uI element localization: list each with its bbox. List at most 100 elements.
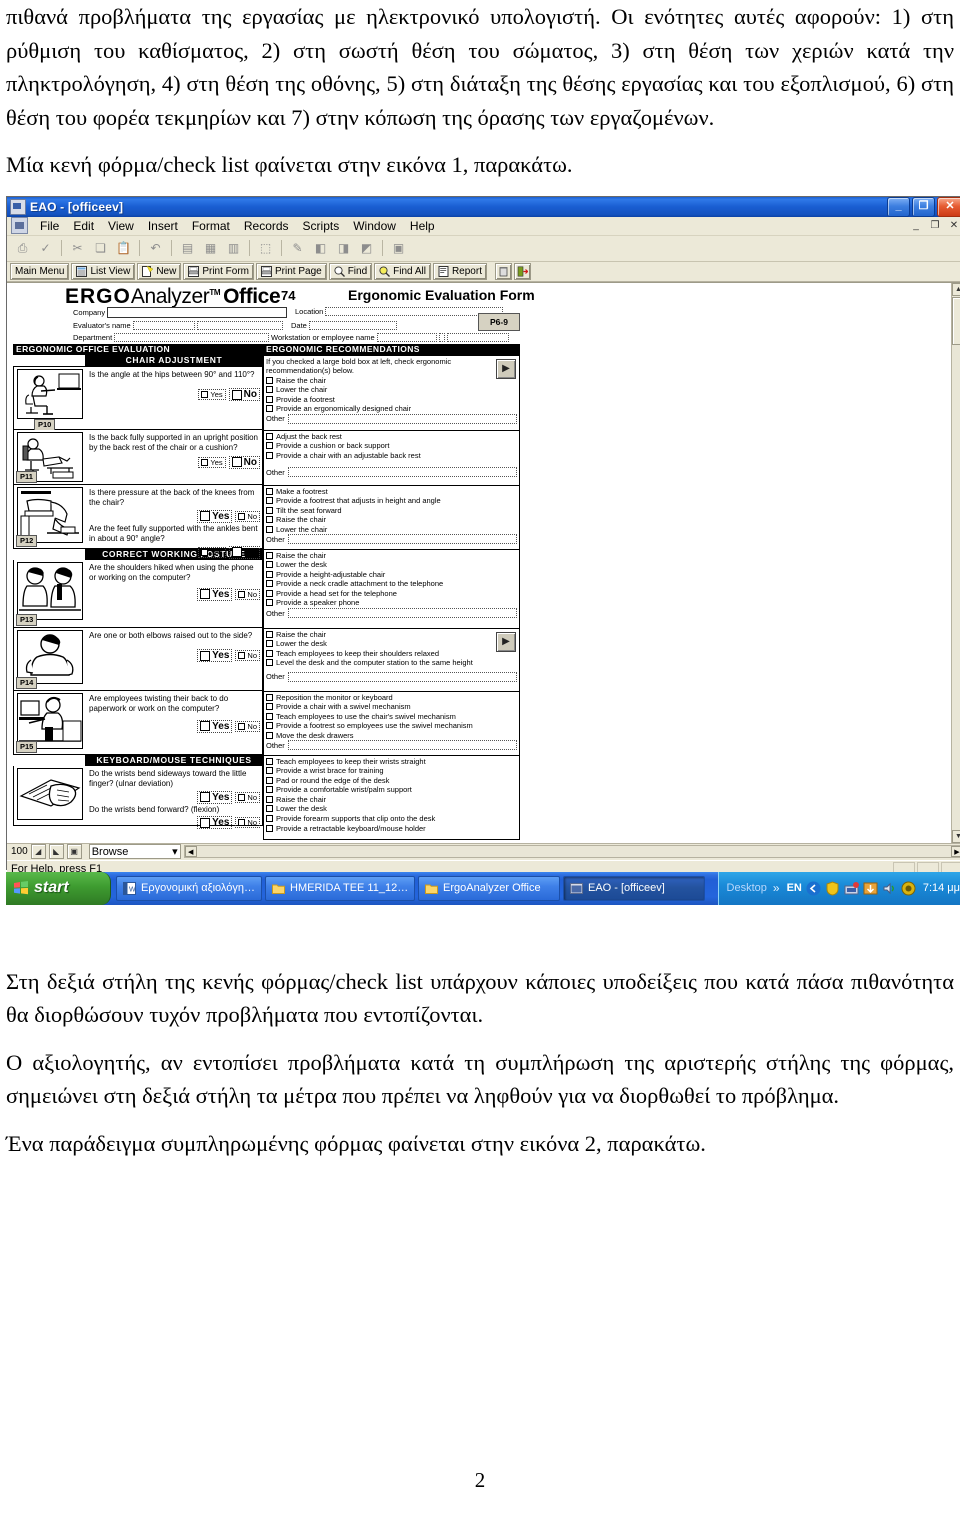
- recommendation-item[interactable]: Raise the chair: [266, 795, 517, 805]
- recommendation-item[interactable]: Reposition the monitor or keyboard: [266, 693, 517, 703]
- next-page-button[interactable]: ▶: [496, 631, 516, 652]
- scroll-up-arrow[interactable]: ▲: [952, 282, 960, 296]
- mdi-minimize-button[interactable]: _: [908, 218, 924, 233]
- recommendation-item[interactable]: Adjust the back rest: [266, 432, 517, 442]
- back-arrow-icon[interactable]: [806, 881, 821, 896]
- recommendation-checkbox-icon[interactable]: [266, 551, 273, 559]
- yes-option-p13-1[interactable]: Yes: [197, 587, 233, 601]
- recommendation-item[interactable]: Lower the chair: [266, 385, 517, 395]
- fill-color-icon[interactable]: ◧: [310, 238, 331, 259]
- yes-option-kb-2[interactable]: Yes: [197, 816, 233, 829]
- yes-checkbox-icon[interactable]: [200, 650, 211, 661]
- recommendation-item[interactable]: Lower the chair: [266, 525, 517, 535]
- date-input[interactable]: [308, 320, 397, 330]
- recommendation-checkbox-icon[interactable]: [266, 395, 273, 403]
- effects-icon[interactable]: ◩: [356, 238, 377, 259]
- yes-checkbox-icon[interactable]: [200, 817, 211, 828]
- recommendation-item[interactable]: Provide a chair with a swivel mechanism: [266, 702, 517, 712]
- pen-color-icon[interactable]: ◨: [333, 238, 354, 259]
- taskbar-item-word-doc[interactable]: W Εργονομική αξιολόγη…: [116, 875, 262, 901]
- recommendation-checkbox-icon[interactable]: [266, 659, 273, 667]
- paste-icon[interactable]: 📋: [113, 238, 134, 259]
- yes-option-p11-1[interactable]: Yes: [198, 456, 226, 468]
- object-icon[interactable]: ⬚: [255, 238, 276, 259]
- recommendation-checkbox-icon[interactable]: [266, 757, 273, 765]
- recommendation-item[interactable]: Provide a comfortable wrist/palm support: [266, 785, 517, 795]
- other-input[interactable]: [287, 534, 517, 545]
- recommendation-item[interactable]: Provide a footrest so employees use the …: [266, 721, 517, 731]
- no-option-p10-1[interactable]: No: [228, 388, 260, 401]
- other-input[interactable]: [287, 608, 517, 619]
- undo-icon[interactable]: ↶: [145, 238, 166, 259]
- recommendation-item[interactable]: Raise the chair: [266, 630, 517, 640]
- page-tab[interactable]: P6-9: [478, 312, 520, 331]
- recommendation-checkbox-icon[interactable]: [266, 497, 273, 505]
- recommendation-item[interactable]: Raise the chair: [266, 376, 517, 386]
- recommendation-item[interactable]: Provide a retractable keyboard/mouse hol…: [266, 824, 517, 834]
- recommendation-checkbox-icon[interactable]: [266, 722, 273, 730]
- workstation-input-b[interactable]: [438, 332, 445, 342]
- exit-button[interactable]: [513, 262, 531, 280]
- taskbar-item-ergoanalyzer-folder[interactable]: ErgoAnalyzer Office: [418, 875, 560, 901]
- copy-icon[interactable]: ❏: [90, 238, 111, 259]
- chevron-down-icon[interactable]: ▾: [172, 845, 178, 858]
- mdi-restore-button[interactable]: ❐: [927, 218, 943, 233]
- yes-checkbox-icon[interactable]: [200, 511, 211, 521]
- recommendation-checkbox-icon[interactable]: [266, 432, 273, 440]
- department-input[interactable]: [114, 332, 270, 342]
- volume-icon[interactable]: [882, 881, 897, 896]
- zoom-in-icon[interactable]: ◣: [48, 844, 64, 859]
- recommendation-checkbox-icon[interactable]: [266, 805, 273, 813]
- taskbar-clock[interactable]: 7:14 μμ: [923, 882, 960, 894]
- menu-view[interactable]: View: [101, 218, 141, 234]
- recommendation-item[interactable]: Tilt the seat forward: [266, 506, 517, 516]
- menu-insert[interactable]: Insert: [141, 218, 185, 234]
- menu-help[interactable]: Help: [403, 218, 442, 234]
- script-icon[interactable]: ▣: [388, 238, 409, 259]
- recommendation-item[interactable]: Lower the desk: [266, 560, 517, 570]
- no-option-p12-2[interactable]: No: [228, 545, 260, 559]
- recommendation-checkbox-icon[interactable]: [266, 640, 273, 648]
- no-checkbox-icon[interactable]: [231, 547, 242, 557]
- new-record-button[interactable]: New: [137, 262, 182, 280]
- vertical-scrollbar[interactable]: ▲ ▼: [951, 282, 960, 843]
- recommendation-item[interactable]: Provide a cushion or back support: [266, 441, 517, 451]
- no-checkbox-icon[interactable]: [238, 652, 246, 659]
- recommendation-checkbox-icon[interactable]: [266, 776, 273, 784]
- workstation-input-a[interactable]: [376, 332, 437, 342]
- recommendation-checkbox-icon[interactable]: [266, 731, 273, 739]
- mode-select[interactable]: Browse ▾: [88, 844, 181, 859]
- report-button[interactable]: Report: [432, 262, 487, 280]
- yes-option-p14-1[interactable]: Yes: [197, 649, 233, 662]
- no-option-p14-1[interactable]: No: [235, 650, 260, 661]
- recommendation-checkbox-icon[interactable]: [266, 506, 273, 514]
- yes-option-p10-1[interactable]: Yes: [198, 389, 226, 400]
- recommendation-item[interactable]: Lower the desk: [266, 639, 517, 649]
- recommendation-checkbox-icon[interactable]: [266, 649, 273, 657]
- recommendation-item[interactable]: Provide a neck cradle attachment to the …: [266, 579, 517, 589]
- recommendation-checkbox-icon[interactable]: [266, 442, 273, 450]
- align-icon[interactable]: ▥: [223, 238, 244, 259]
- network-icon[interactable]: [844, 881, 859, 896]
- no-checkbox-icon[interactable]: [238, 793, 246, 801]
- zoom-out-icon[interactable]: ◢: [30, 844, 46, 859]
- recommendation-checkbox-icon[interactable]: [266, 405, 273, 413]
- recommendation-checkbox-icon[interactable]: [266, 767, 273, 775]
- scroll-thumb[interactable]: [952, 296, 960, 345]
- menu-records[interactable]: Records: [237, 218, 296, 234]
- recommendation-checkbox-icon[interactable]: [266, 712, 273, 720]
- recommendation-item[interactable]: Provide a wrist brace for training: [266, 766, 517, 776]
- no-checkbox-icon[interactable]: [231, 457, 242, 467]
- print-icon[interactable]: ⎙: [12, 238, 33, 259]
- group-icon[interactable]: ▤: [177, 238, 198, 259]
- list-view-button[interactable]: List View: [71, 262, 136, 280]
- other-input[interactable]: [287, 671, 517, 682]
- evaluator-input-a[interactable]: [132, 320, 195, 330]
- menu-window[interactable]: Window: [346, 218, 403, 234]
- no-option-kb-2[interactable]: No: [235, 817, 260, 828]
- no-checkbox-icon[interactable]: [238, 590, 246, 598]
- language-indicator[interactable]: EN: [787, 882, 802, 894]
- ungroup-icon[interactable]: ▦: [200, 238, 221, 259]
- yes-checkbox-icon[interactable]: [201, 391, 209, 398]
- recommendation-checkbox-icon[interactable]: [266, 599, 273, 607]
